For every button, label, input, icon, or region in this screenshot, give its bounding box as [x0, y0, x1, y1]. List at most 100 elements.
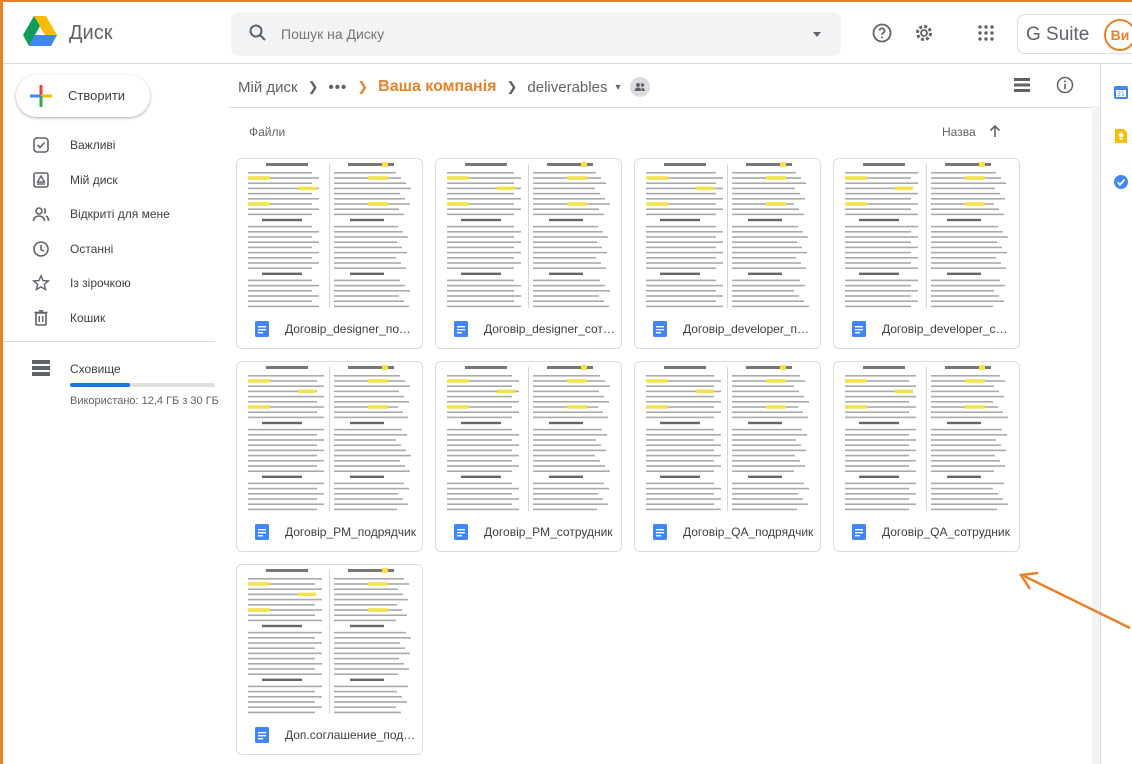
search-input[interactable] [281, 22, 761, 46]
avatar[interactable]: Ви [1104, 19, 1132, 51]
storage-progress-fill [70, 383, 130, 387]
file-thumbnail[interactable] [835, 160, 1018, 310]
breadcrumb-parent[interactable]: Ваша компанія [378, 78, 496, 96]
priority-icon [33, 137, 49, 153]
google-docs-icon [852, 524, 866, 540]
file-thumbnail[interactable] [636, 160, 819, 310]
gsuite-brand: G Suite [1026, 24, 1090, 45]
file-card[interactable]: Договір_PM_подрядчик [236, 361, 423, 552]
chevron-down-icon[interactable]: ▾ [615, 82, 620, 93]
app-name[interactable]: Диск [69, 22, 112, 45]
file-card[interactable]: Договір_PM_сотрудник [435, 361, 622, 552]
drive-logo-icon[interactable] [23, 16, 57, 46]
file-thumbnail[interactable] [437, 160, 620, 310]
file-name[interactable]: Договір_designer_подрядчик [285, 322, 417, 336]
tasks-icon[interactable] [1113, 174, 1129, 190]
help-icon[interactable] [871, 22, 893, 44]
breadcrumb: Мій диск ❯ ••• ❯ Ваша компанія ❯ deliver… [238, 77, 651, 97]
storage-progress-bar [70, 383, 215, 387]
google-docs-icon [454, 321, 468, 337]
file-thumbnail[interactable] [238, 363, 421, 513]
create-label: Створити [68, 88, 126, 103]
side-panel-rail: 31 [1100, 64, 1132, 764]
my-drive-icon [33, 171, 49, 188]
google-docs-icon [653, 524, 667, 540]
section-label-files: Файли [249, 125, 286, 139]
file-name[interactable]: Договір_developer_подрядчик [683, 322, 815, 336]
create-new-button[interactable]: Створити [16, 75, 150, 117]
shared-with-me-icon [32, 207, 50, 222]
file-name[interactable]: Договір_QA_подрядчик [683, 525, 815, 539]
file-card[interactable]: Договір_designer_подрядчик [236, 158, 423, 349]
file-card[interactable]: Доп.соглашение_подрядчик [236, 564, 423, 755]
sort-ascending-arrow-icon[interactable] [988, 123, 1002, 139]
info-icon[interactable] [1056, 76, 1074, 94]
shared-folder-icon [630, 77, 651, 97]
search-options-icon[interactable] [813, 32, 821, 37]
sidebar-item-shared-with-me[interactable]: Відкриті для мене [3, 197, 223, 232]
file-thumbnail[interactable] [835, 363, 1018, 513]
breadcrumb-root[interactable]: Мій диск [238, 79, 298, 96]
star-icon [32, 274, 50, 291]
google-docs-icon [454, 524, 468, 540]
gsuite-account-chip[interactable]: G Suite Ви [1017, 14, 1132, 54]
sidebar-item-recent[interactable]: Останні [3, 232, 223, 267]
sidebar-item-priority[interactable]: Важливі [3, 128, 223, 163]
breadcrumb-current[interactable]: deliverables [527, 79, 607, 96]
file-card[interactable]: Договір_QA_сотрудник [833, 361, 1020, 552]
search-icon[interactable] [249, 24, 267, 42]
sidebar-item-my-drive[interactable]: Мій диск [3, 163, 223, 198]
file-name[interactable]: Договір_PM_подрядчик [285, 525, 417, 539]
sidebar-item-label: Останні [70, 241, 114, 256]
search-bar[interactable] [231, 12, 841, 56]
chevron-right-icon: ❯ [506, 79, 518, 94]
recent-icon [33, 240, 49, 257]
file-name[interactable]: Договір_developer_сотрудник [882, 322, 1014, 336]
file-card[interactable]: Договір_developer_сотрудник [833, 158, 1020, 349]
apps-grid-icon[interactable] [975, 22, 997, 44]
sidebar-divider [3, 341, 215, 342]
sidebar-item-label: Із зірочкою [70, 276, 131, 290]
storage-icon[interactable] [32, 360, 50, 376]
sidebar-item-trash[interactable]: Кошик [3, 301, 223, 336]
file-card[interactable]: Договір_developer_подрядчик [634, 158, 821, 349]
sidebar-item-label: Кошик [70, 310, 106, 325]
sort-by-name-button[interactable]: Назва [942, 125, 976, 139]
sidebar-item-starred[interactable]: Із зірочкою [3, 266, 223, 301]
trash-icon [34, 309, 48, 326]
calendar-icon[interactable]: 31 [1113, 84, 1129, 100]
file-card[interactable]: Договір_QA_подрядчик [634, 361, 821, 552]
sidebar-item-label: Важливі [70, 138, 116, 152]
keep-notes-icon[interactable] [1113, 128, 1129, 144]
storage-used-text: Використано: 12,4 ГБ з 30 ГБ [70, 395, 219, 407]
main-topbar: Мій диск ❯ ••• ❯ Ваша компанія ❯ deliver… [228, 64, 1092, 108]
main-scrollbar[interactable] [1092, 106, 1100, 764]
file-thumbnail[interactable] [238, 160, 421, 310]
google-docs-icon [852, 321, 866, 337]
breadcrumb-ellipsis[interactable]: ••• [328, 79, 347, 96]
top-header: Диск G Suite Ви [3, 2, 1132, 64]
google-docs-icon [255, 321, 269, 337]
google-docs-icon [255, 524, 269, 540]
chevron-right-icon: ❯ [357, 79, 369, 94]
sidebar-item-label: Мій диск [70, 172, 118, 187]
file-name[interactable]: Договір_designer_сотрудник [484, 322, 616, 336]
plus-icon [30, 85, 52, 107]
file-thumbnail[interactable] [238, 566, 421, 716]
annotation-arrow [1018, 571, 1131, 630]
file-card[interactable]: Договір_designer_сотрудник [435, 158, 622, 349]
sidebar-item-label: Відкриті для мене [70, 207, 170, 221]
settings-gear-icon[interactable] [913, 22, 935, 44]
file-name[interactable]: Договір_PM_сотрудник [484, 525, 616, 539]
sidebar-nav: Важливі Мій диск Відкриті для мене Остан… [3, 128, 223, 335]
chevron-right-icon: ❯ [307, 79, 319, 94]
svg-text:31: 31 [1117, 91, 1125, 98]
list-view-icon[interactable] [1014, 78, 1030, 92]
google-docs-icon [255, 727, 269, 743]
file-thumbnail[interactable] [437, 363, 620, 513]
file-thumbnail[interactable] [636, 363, 819, 513]
storage-label[interactable]: Сховище [70, 362, 121, 376]
google-docs-icon [653, 321, 667, 337]
file-name[interactable]: Договір_QA_сотрудник [882, 525, 1014, 539]
file-name[interactable]: Доп.соглашение_подрядчик [285, 728, 417, 742]
